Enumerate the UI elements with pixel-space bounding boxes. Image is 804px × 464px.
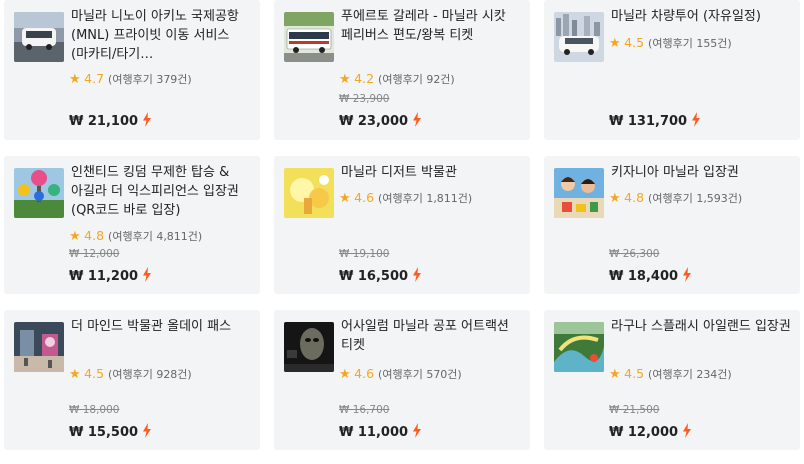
- review-count: (여행후기 92건): [378, 73, 455, 86]
- star-icon: ★: [339, 367, 351, 382]
- rating-score: 4.8: [624, 190, 645, 205]
- star-icon: ★: [69, 367, 81, 382]
- product-thumbnail[interactable]: [14, 12, 64, 62]
- original-price: ₩ 12,000: [69, 248, 120, 260]
- original-price: ₩ 21,500: [609, 404, 660, 416]
- star-icon: ★: [69, 72, 81, 87]
- product-price: ₩ 11,200: [69, 267, 152, 284]
- product-thumbnail[interactable]: [14, 168, 64, 218]
- lightning-bolt-icon: [142, 267, 152, 282]
- original-price: ₩ 23,900: [339, 93, 390, 105]
- lightning-bolt-icon: [682, 423, 692, 438]
- lightning-bolt-icon: [142, 112, 152, 127]
- price-value: ₩ 11,000: [339, 425, 409, 440]
- product-title[interactable]: 라구나 스플래시 아일랜드 입장권: [611, 317, 793, 336]
- product-price: ₩ 12,000: [609, 423, 692, 440]
- product-title[interactable]: 어사일럼 마닐라 공포 어트랙션 티켓: [341, 317, 523, 355]
- review-count: (여행후기 4,811건): [108, 230, 203, 243]
- product-rating: ★ 4.8 (여행후기 1,593건): [609, 190, 742, 207]
- lightning-bolt-icon: [142, 423, 152, 438]
- product-card-enchanted-kingdom[interactable]: 인챈티드 킹덤 무제한 탑승 & 아길라 더 익스피리언스 입장권 (QR코드 …: [4, 156, 260, 294]
- review-count: (여행후기 570건): [378, 368, 462, 381]
- product-title[interactable]: 더 마인드 박물관 올데이 패스: [71, 317, 253, 336]
- review-count: (여행후기 928건): [108, 368, 192, 381]
- product-price: ₩ 23,000: [339, 112, 422, 129]
- product-price: ₩ 11,000: [339, 423, 422, 440]
- rating-score: 4.5: [84, 366, 105, 381]
- product-thumbnail[interactable]: [284, 322, 334, 372]
- product-thumbnail[interactable]: [554, 168, 604, 218]
- product-rating: ★ 4.8 (여행후기 4,811건): [69, 228, 202, 245]
- price-value: ₩ 12,000: [609, 425, 679, 440]
- rating-score: 4.6: [354, 190, 375, 205]
- product-card-airport-transfer[interactable]: 마닐라 니노이 아키노 국제공항 (MNL) 프라이빗 이동 서비스 (마카티/…: [4, 0, 260, 140]
- rating-score: 4.5: [624, 366, 645, 381]
- lightning-bolt-icon: [682, 267, 692, 282]
- product-card-mind-museum[interactable]: 더 마인드 박물관 올데이 패스 ★ 4.5 (여행후기 928건) ₩ 18,0…: [4, 310, 260, 450]
- rating-score: 4.6: [354, 366, 375, 381]
- original-price: ₩ 26,300: [609, 248, 660, 260]
- product-title[interactable]: 마닐라 니노이 아키노 국제공항 (MNL) 프라이빗 이동 서비스 (마카티/…: [71, 7, 253, 64]
- price-value: ₩ 18,400: [609, 269, 679, 284]
- product-card-laguna-splash-island[interactable]: 라구나 스플래시 아일랜드 입장권 ★ 4.5 (여행후기 234건) ₩ 21,…: [544, 310, 800, 450]
- price-value: ₩ 16,500: [339, 269, 409, 284]
- price-value: ₩ 11,200: [69, 269, 139, 284]
- rating-score: 4.8: [84, 228, 105, 243]
- star-icon: ★: [339, 72, 351, 87]
- product-title[interactable]: 키자니아 마닐라 입장권: [611, 163, 793, 182]
- product-rating: ★ 4.5 (여행후기 155건): [609, 35, 732, 52]
- product-rating: ★ 4.6 (여행후기 570건): [339, 366, 462, 383]
- lightning-bolt-icon: [691, 112, 701, 127]
- star-icon: ★: [69, 229, 81, 244]
- product-grid: 마닐라 니노이 아키노 국제공항 (MNL) 프라이빗 이동 서비스 (마카티/…: [0, 0, 804, 464]
- product-price: ₩ 16,500: [339, 267, 422, 284]
- review-count: (여행후기 379건): [108, 73, 192, 86]
- star-icon: ★: [609, 191, 621, 206]
- product-card-kidzania[interactable]: 키자니아 마닐라 입장권 ★ 4.8 (여행후기 1,593건) ₩ 26,300…: [544, 156, 800, 294]
- product-thumbnail[interactable]: [554, 322, 604, 372]
- review-count: (여행후기 1,593건): [648, 192, 743, 205]
- lightning-bolt-icon: [412, 423, 422, 438]
- price-value: ₩ 21,100: [69, 114, 139, 129]
- product-rating: ★ 4.5 (여행후기 234건): [609, 366, 732, 383]
- original-price: ₩ 16,700: [339, 404, 390, 416]
- original-price: ₩ 18,000: [69, 404, 120, 416]
- product-card-car-tour[interactable]: 마닐라 차량투어 (자유일정) ★ 4.5 (여행후기 155건) ₩ 131,7…: [544, 0, 800, 140]
- review-count: (여행후기 155건): [648, 37, 732, 50]
- product-rating: ★ 4.2 (여행후기 92건): [339, 71, 455, 88]
- product-title[interactable]: 마닐라 차량투어 (자유일정): [611, 7, 793, 26]
- star-icon: ★: [339, 191, 351, 206]
- product-title[interactable]: 인챈티드 킹덤 무제한 탑승 & 아길라 더 익스피리언스 입장권 (QR코드 …: [71, 163, 253, 220]
- product-price: ₩ 15,500: [69, 423, 152, 440]
- product-card-asylum-manila[interactable]: 어사일럼 마닐라 공포 어트랙션 티켓 ★ 4.6 (여행후기 570건) ₩ 1…: [274, 310, 530, 450]
- product-thumbnail[interactable]: [284, 12, 334, 62]
- original-price: ₩ 19,100: [339, 248, 390, 260]
- price-value: ₩ 131,700: [609, 114, 688, 129]
- star-icon: ★: [609, 36, 621, 51]
- rating-score: 4.7: [84, 71, 105, 86]
- review-count: (여행후기 234건): [648, 368, 732, 381]
- product-card-dessert-museum[interactable]: 마닐라 디저트 박물관 ★ 4.6 (여행후기 1,811건) ₩ 19,100 …: [274, 156, 530, 294]
- lightning-bolt-icon: [412, 267, 422, 282]
- product-card-ferry-bus[interactable]: 푸에르토 갈레라 - 마닐라 시캇 페리버스 편도/왕복 티켓 ★ 4.2 (여행…: [274, 0, 530, 140]
- product-title[interactable]: 마닐라 디저트 박물관: [341, 163, 523, 182]
- product-rating: ★ 4.5 (여행후기 928건): [69, 366, 192, 383]
- lightning-bolt-icon: [412, 112, 422, 127]
- rating-score: 4.2: [354, 71, 375, 86]
- price-value: ₩ 15,500: [69, 425, 139, 440]
- product-rating: ★ 4.7 (여행후기 379건): [69, 71, 192, 88]
- product-price: ₩ 131,700: [609, 112, 701, 129]
- product-thumbnail[interactable]: [14, 322, 64, 372]
- product-title[interactable]: 푸에르토 갈레라 - 마닐라 시캇 페리버스 편도/왕복 티켓: [341, 7, 523, 45]
- review-count: (여행후기 1,811건): [378, 192, 473, 205]
- product-price: ₩ 21,100: [69, 112, 152, 129]
- star-icon: ★: [609, 367, 621, 382]
- product-thumbnail[interactable]: [284, 168, 334, 218]
- rating-score: 4.5: [624, 35, 645, 50]
- product-rating: ★ 4.6 (여행후기 1,811건): [339, 190, 472, 207]
- product-thumbnail[interactable]: [554, 12, 604, 62]
- product-price: ₩ 18,400: [609, 267, 692, 284]
- price-value: ₩ 23,000: [339, 114, 409, 129]
